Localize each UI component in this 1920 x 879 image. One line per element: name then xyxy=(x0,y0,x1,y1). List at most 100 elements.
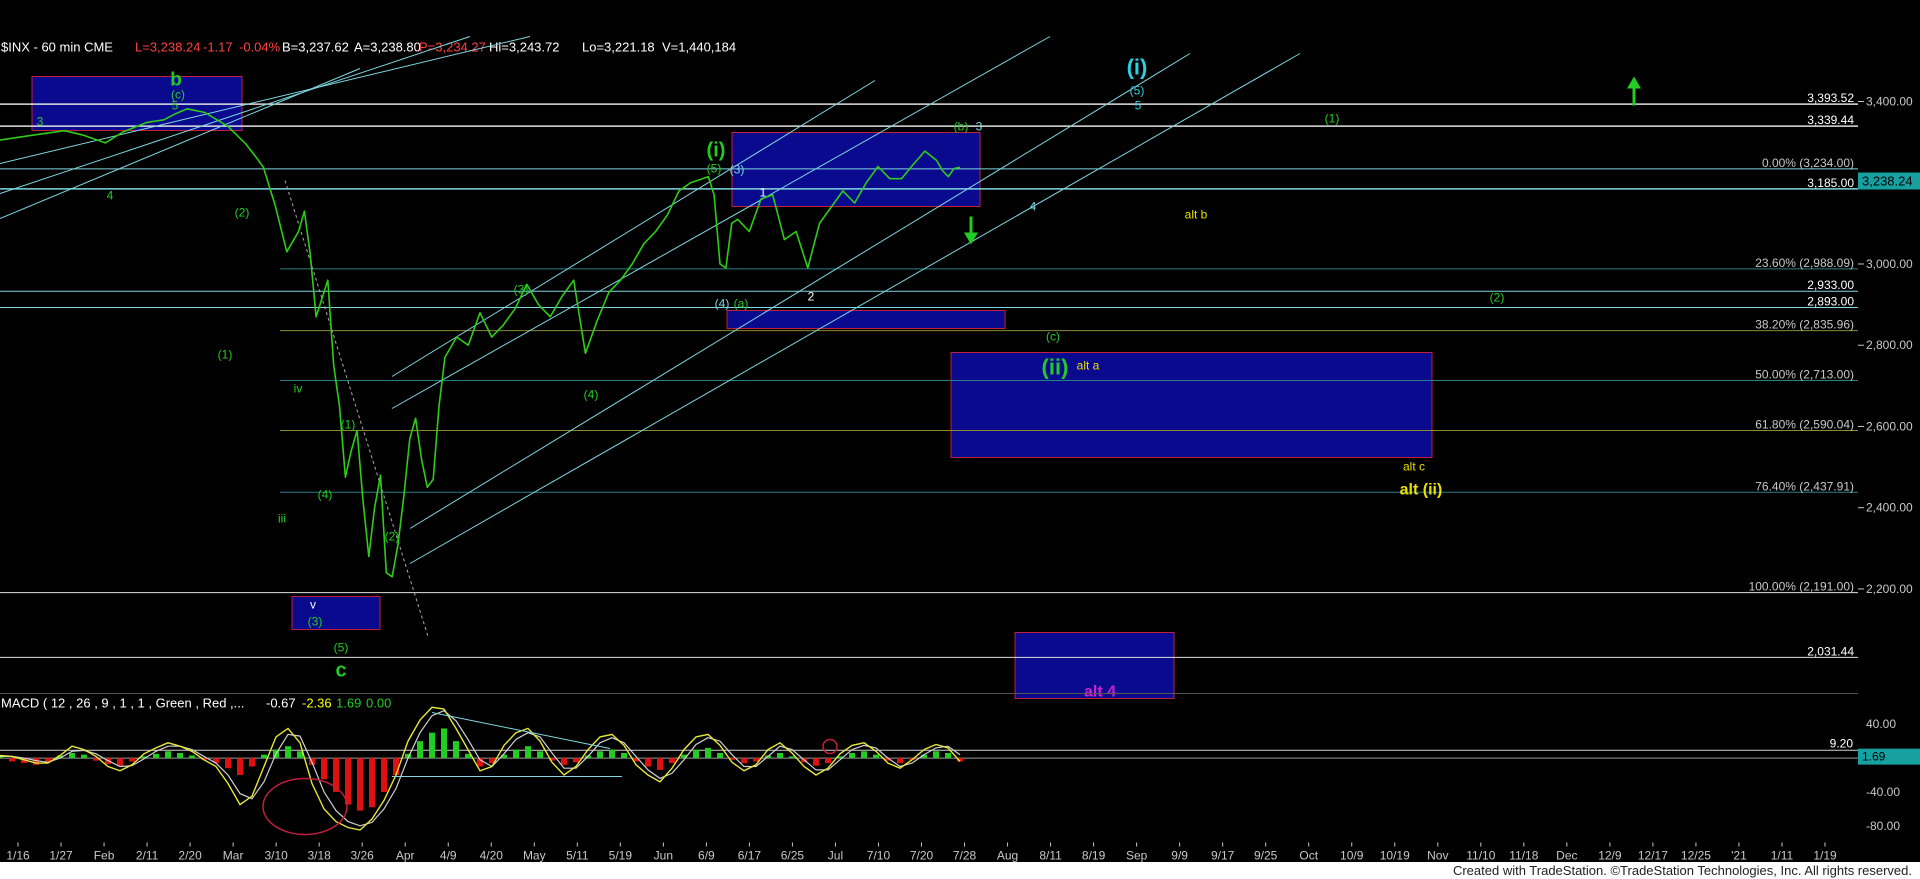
ask-label: A=3,238.80 xyxy=(354,40,421,55)
last-price-label: L=3,238.24 xyxy=(135,40,200,55)
macd-histogram-bar xyxy=(573,758,579,763)
x-tick-label: 7/10 xyxy=(867,849,891,863)
macd-histogram-bar xyxy=(945,752,951,759)
x-tick-label: Jul xyxy=(828,849,843,863)
bid-label: B=3,237.62 xyxy=(282,40,349,55)
x-tick-label: 6/25 xyxy=(781,849,805,863)
x-tick-label: Mar xyxy=(223,849,244,863)
macd-level-label: 9.20 xyxy=(1830,736,1854,750)
level-label: 3,185.00 xyxy=(1807,176,1854,190)
x-tick-label: 12/25 xyxy=(1681,849,1711,863)
wave-label: (a) xyxy=(734,297,749,311)
y-tick-label: 3,000.00 xyxy=(1866,257,1913,271)
x-tick-label: 9/17 xyxy=(1211,849,1235,863)
y-tick-label: 2,800.00 xyxy=(1866,338,1913,352)
x-tick-label: 3/26 xyxy=(351,849,375,863)
wave-label: (1) xyxy=(218,348,233,362)
macd-value-3: 1.69 xyxy=(336,696,361,711)
macd-histogram-bar xyxy=(417,741,423,759)
macd-histogram-bar xyxy=(669,758,675,764)
x-tick-label: Aug xyxy=(997,849,1018,863)
level-label: 2,031.44 xyxy=(1807,644,1854,658)
macd-histogram-bar xyxy=(249,758,255,767)
footer-credit: Created with TradeStation. ©TradeStation… xyxy=(1452,863,1912,878)
wave-label: (3) xyxy=(514,283,529,297)
macd-tick-label: 40.00 xyxy=(1866,717,1896,731)
macd-histogram-bar xyxy=(933,751,939,759)
x-tick-label: May xyxy=(523,849,546,863)
wave-label: (ii) xyxy=(1042,355,1069,380)
wave-label: 3 xyxy=(37,115,44,129)
macd-histogram-bar xyxy=(153,753,159,759)
wave-label: (5) xyxy=(334,641,349,655)
x-tick-label: 6/9 xyxy=(698,849,715,863)
wave-label: alt b xyxy=(1185,208,1208,222)
macd-histogram-bar xyxy=(453,741,459,759)
x-tick-label: 10/19 xyxy=(1380,849,1410,863)
macd-histogram-bar xyxy=(825,758,831,764)
level-label: 23.60% (2,988.09) xyxy=(1755,256,1854,270)
macd-value-1: -0.67 xyxy=(266,696,296,711)
x-tick-label: 1/27 xyxy=(49,849,73,863)
x-tick-label: Nov xyxy=(1427,849,1448,863)
macd-histogram-bar xyxy=(285,746,291,759)
wave-label: (i) xyxy=(1127,55,1148,80)
macd-histogram-bar xyxy=(645,758,651,767)
wave-label: (5) xyxy=(1130,84,1145,98)
volume-label: V=1,440,184 xyxy=(662,40,736,55)
macd-histogram-bar xyxy=(165,751,171,759)
x-tick-label: '21 xyxy=(1731,849,1747,863)
y-tick-label: 2,400.00 xyxy=(1866,501,1913,515)
macd-tick-label: -40.00 xyxy=(1866,785,1900,799)
x-tick-label: 1/11 xyxy=(1771,849,1794,863)
wave-label: (4) xyxy=(584,388,599,402)
macd-histogram-bar xyxy=(609,749,615,759)
x-tick-label: 2/11 xyxy=(136,849,159,863)
macd-histogram-bar xyxy=(537,751,543,759)
level-label: 38.20% (2,835.96) xyxy=(1755,318,1854,332)
x-tick-label: 1/19 xyxy=(1813,849,1837,863)
x-tick-label: 12/9 xyxy=(1598,849,1622,863)
macd-histogram-bar xyxy=(813,758,819,766)
macd-value-2: -2.36 xyxy=(302,696,332,711)
wave-label: 4 xyxy=(1030,200,1037,214)
x-tick-label: 3/18 xyxy=(307,849,331,863)
wave-label: (i) xyxy=(707,140,726,162)
macd-histogram-bar xyxy=(861,751,867,759)
macd-value-4: 0.00 xyxy=(366,696,391,711)
x-tick-label: 5/11 xyxy=(566,849,589,863)
level-label: 61.80% (2,590.04) xyxy=(1755,418,1854,432)
macd-histogram-bar xyxy=(789,756,795,759)
macd-histogram-bar xyxy=(237,758,243,775)
macd-histogram-bar xyxy=(693,749,699,759)
x-tick-label: 2/20 xyxy=(178,849,202,863)
wave-label: 3 xyxy=(976,120,983,134)
x-tick-label: 11/18 xyxy=(1509,849,1538,863)
y-tick-label: 2,200.00 xyxy=(1866,582,1913,596)
high-label: Hi=3,243.72 xyxy=(489,40,559,55)
footer: Created with TradeStation. ©TradeStation… xyxy=(0,862,1920,879)
macd-histogram-bar xyxy=(753,758,759,762)
level-label: 0.00% (3,234.00) xyxy=(1762,156,1854,170)
macd-histogram-bar xyxy=(9,758,15,762)
macd-tick-label: -80.00 xyxy=(1866,819,1900,833)
macd-histogram-bar xyxy=(69,752,75,759)
wave-label: (2) xyxy=(1490,291,1505,305)
wave-label: iv xyxy=(294,382,303,396)
wave-label: (3) xyxy=(308,615,323,629)
wave-label: (5) xyxy=(707,162,722,176)
macd-histogram-bar xyxy=(117,758,123,766)
x-tick-label: 11/10 xyxy=(1466,849,1495,863)
wave-label: (1) xyxy=(1325,112,1340,126)
x-tick-label: Apr xyxy=(396,849,415,863)
macd-histogram-bar xyxy=(717,752,723,759)
y-tick-label: 2,600.00 xyxy=(1866,419,1913,433)
macd-histogram-bar xyxy=(129,758,135,762)
wave-label: 1 xyxy=(760,186,767,200)
macd-histogram-bar xyxy=(429,732,435,759)
wave-label: c xyxy=(335,660,346,682)
x-tick-label: 4/20 xyxy=(480,849,504,863)
macd-histogram-bar xyxy=(369,758,375,808)
chart-header: $INX - 60 min CME L=3,238.24 -1.17 -0.04… xyxy=(1,40,736,55)
macd-histogram-bar xyxy=(741,758,747,764)
